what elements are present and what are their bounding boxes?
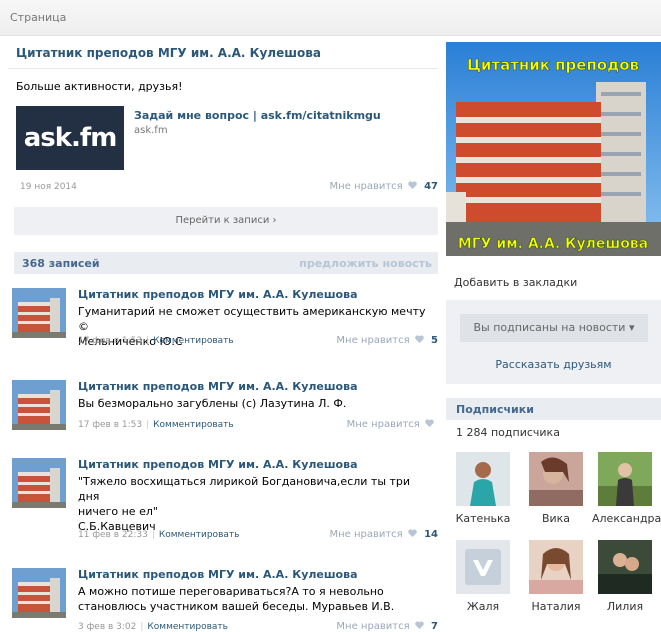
subscriber-name[interactable]: Лилия xyxy=(592,600,658,613)
community-avatar[interactable] xyxy=(12,288,66,338)
subscriber[interactable]: Катенька xyxy=(450,452,516,525)
community-avatar[interactable] xyxy=(12,380,66,430)
heart-icon xyxy=(425,419,434,427)
like-button[interactable]: Мне нравится 14 xyxy=(329,529,438,540)
subscribed-dropdown-button[interactable]: Вы подписаны на новости ▾ xyxy=(460,314,648,342)
heart-icon xyxy=(415,621,424,629)
cover-bottom-text: МГУ им. А.А. Кулешова xyxy=(458,236,648,252)
subscriber[interactable]: Наталия xyxy=(523,540,589,613)
post-author[interactable]: Цитатник преподов МГУ им. А.А. Кулешова xyxy=(78,458,358,471)
community-cover-photo[interactable]: Цитатник преподов МГУ им. А.А. Кулешова xyxy=(446,42,661,256)
cover-top-text: Цитатник преподов xyxy=(467,56,639,74)
attached-link-title[interactable]: Задай мне вопрос | ask.fm/citatnikmgu xyxy=(134,109,381,122)
post-author[interactable]: Цитатник преподов МГУ им. А.А. Кулешова xyxy=(78,568,358,581)
like-count: 47 xyxy=(424,181,438,192)
subscriber-avatar[interactable] xyxy=(598,540,652,594)
comment-link[interactable]: Комментировать xyxy=(159,530,240,540)
breadcrumb: Страница xyxy=(10,11,67,24)
subscription-box: Вы подписаны на новости ▾ Рассказать дру… xyxy=(446,300,661,384)
top-bar: Страница xyxy=(0,0,661,36)
like-count: 5 xyxy=(431,335,438,346)
like-button[interactable]: Мне нравится 7 xyxy=(336,621,438,632)
post-text: Вы безморально загублены (с) Лазутина Л.… xyxy=(78,397,347,410)
like-button[interactable]: Мне нравится xyxy=(347,419,438,430)
subscriber-avatar[interactable] xyxy=(598,452,652,506)
post-author[interactable]: Цитатник преподов МГУ им. А.А. Кулешова xyxy=(78,380,358,393)
subscriber-name[interactable]: Наталия xyxy=(523,600,589,613)
subscriber[interactable]: Лилия xyxy=(592,540,658,613)
post-date[interactable]: 17 фев в 1:53 xyxy=(78,336,142,346)
pinned-post-text: Больше активности, друзья! xyxy=(16,80,183,93)
subscribers-header[interactable]: Подписчики xyxy=(446,398,661,420)
subscriber-name[interactable]: Жаля xyxy=(450,600,516,613)
post-date[interactable]: 3 фев в 3:02 xyxy=(78,622,136,632)
subscribers-count[interactable]: 1 284 подписчика xyxy=(456,426,560,439)
community-avatar[interactable] xyxy=(12,568,66,618)
subscriber-avatar[interactable] xyxy=(529,540,583,594)
like-count: 7 xyxy=(431,621,438,632)
pinned-post-author[interactable]: Цитатник преподов МГУ им. А.А. Кулешова xyxy=(16,46,321,60)
divider xyxy=(8,68,438,69)
post-text: А можно потише переговариваться?А то я н… xyxy=(78,585,395,613)
subscriber-avatar[interactable] xyxy=(456,540,510,594)
askfm-logo[interactable]: ask.fm xyxy=(16,106,124,170)
pinned-post-date[interactable]: 19 ноя 2014 xyxy=(20,182,77,192)
like-label: Мне нравится xyxy=(329,181,403,192)
subscriber[interactable]: Вика xyxy=(523,452,589,525)
like-button[interactable]: Мне нравится 47 xyxy=(329,181,438,192)
heart-icon xyxy=(408,181,417,189)
comment-link[interactable]: Комментировать xyxy=(153,336,234,346)
comment-link[interactable]: Комментировать xyxy=(147,622,228,632)
post-meta: 11 фев в 22:33 | Комментировать xyxy=(78,530,240,540)
post-meta: 17 фев в 1:53 | Комментировать xyxy=(78,336,234,346)
subscriber[interactable]: Александра xyxy=(592,452,661,525)
post-date[interactable]: 11 фев в 22:33 xyxy=(78,530,148,540)
subscriber-name[interactable]: Вика xyxy=(523,512,589,525)
community-avatar[interactable] xyxy=(12,458,66,508)
subscriber-avatar[interactable] xyxy=(529,452,583,506)
subscriber-name[interactable]: Катенька xyxy=(450,512,516,525)
subscriber-avatar[interactable] xyxy=(456,452,510,506)
comment-link[interactable]: Комментировать xyxy=(153,420,234,430)
posts-count[interactable]: 368 записей xyxy=(22,257,100,270)
post-meta: 3 фев в 3:02 | Комментировать xyxy=(78,622,228,632)
suggest-news-link[interactable]: предложить новость xyxy=(299,257,432,270)
heart-icon xyxy=(415,335,424,343)
heart-icon xyxy=(408,529,417,537)
attached-link-domain: ask.fm xyxy=(134,125,168,136)
subscribers-title: Подписчики xyxy=(456,403,534,416)
post-meta: 17 фев в 1:53 | Комментировать xyxy=(78,420,234,430)
post-date[interactable]: 17 фев в 1:53 xyxy=(78,420,142,430)
add-to-bookmarks-link[interactable]: Добавить в закладки xyxy=(454,276,577,289)
subscriber-name[interactable]: Александра xyxy=(592,512,661,525)
like-button[interactable]: Мне нравится 5 xyxy=(336,335,438,346)
like-count: 14 xyxy=(424,529,438,540)
post-author[interactable]: Цитатник преподов МГУ им. А.А. Кулешова xyxy=(78,288,358,301)
wall-header: 368 записей предложить новость xyxy=(14,252,438,274)
post-text: "Тяжело восхищаться лирикой Богдановича,… xyxy=(78,475,411,533)
tell-friends-link[interactable]: Рассказать друзьям xyxy=(446,358,661,371)
subscriber[interactable]: Жаля xyxy=(450,540,516,613)
go-to-post-button[interactable]: Перейти к записи › xyxy=(14,207,438,235)
